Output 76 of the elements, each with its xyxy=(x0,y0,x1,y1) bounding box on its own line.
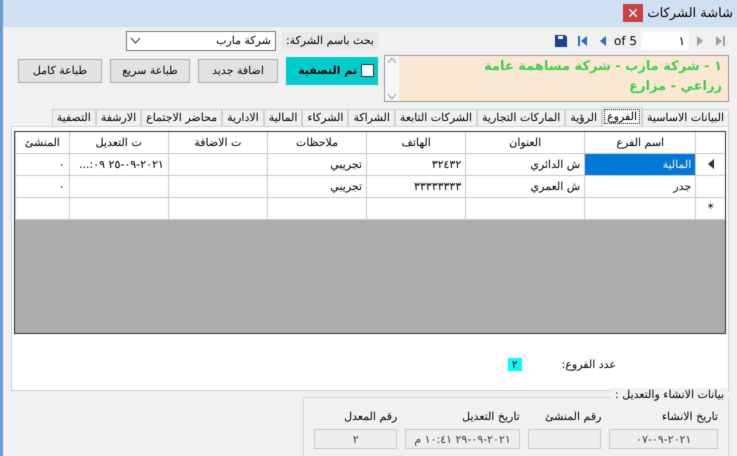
column-header: العنوان xyxy=(465,132,584,154)
action-button[interactable]: اضافة جديد xyxy=(198,58,278,83)
tab[interactable]: البيانات الاساسية xyxy=(642,108,729,126)
tab[interactable]: التصفية xyxy=(52,108,96,126)
table-cell[interactable]: المالية xyxy=(584,154,696,176)
settled-checkbox[interactable]: تم التصفية xyxy=(286,56,378,85)
field-label: رقم المنشئ xyxy=(544,410,602,423)
table-cell[interactable]: جدر xyxy=(584,176,696,198)
field-label: تاريخ التعديل xyxy=(461,410,520,423)
search-label: بحث باسم الشركة: xyxy=(282,32,378,50)
tab[interactable]: الشركاء xyxy=(302,108,348,126)
chevron-down-icon xyxy=(130,38,140,44)
tab[interactable]: الادارية xyxy=(222,108,264,126)
readonly-field[interactable]: ٠٧-٠٩-٢٠٢١ xyxy=(609,429,718,449)
column-header: ت التعديل xyxy=(68,132,168,154)
action-button[interactable]: طباعة سريع xyxy=(110,58,190,83)
record-field[interactable]: ١ xyxy=(641,32,689,50)
new-row-marker: * xyxy=(708,201,714,216)
table-cell[interactable]: ٣٣٣٣٣٣٣٣ xyxy=(366,176,466,198)
scrollbar[interactable] xyxy=(385,56,399,101)
table-cell[interactable]: تجريبي xyxy=(266,176,366,198)
audit-title: بيانات الانشاء والتعديل : xyxy=(611,388,728,401)
branch-count-value: ٢ xyxy=(508,358,522,371)
readonly-field[interactable]: م ١٠:٤١ ٢٩-٠٩-٢٠٢١ xyxy=(405,429,520,449)
close-button[interactable] xyxy=(623,4,644,22)
tab[interactable]: الارشفة xyxy=(96,108,142,126)
table-cell[interactable] xyxy=(68,198,168,220)
table-cell[interactable] xyxy=(584,198,696,220)
record-total: of 5 xyxy=(614,34,637,48)
column-header: اسم الفرع xyxy=(584,132,696,154)
tab[interactable]: محاضر الاجتماع xyxy=(141,108,222,126)
scroll-up-icon[interactable] xyxy=(388,58,396,63)
row-header[interactable]: * xyxy=(695,198,725,220)
table-cell[interactable]: ...:٠٩ ٢٥-٠٩-٢٠٢١ xyxy=(68,154,168,176)
column-header: الهاتف xyxy=(366,132,466,154)
table-cell[interactable] xyxy=(168,154,267,176)
last-record-icon xyxy=(714,34,726,47)
column-header: المنشئ xyxy=(15,132,69,154)
field-label: تاريخ الانشاء xyxy=(660,410,718,423)
scroll-down-icon[interactable] xyxy=(388,94,396,99)
current-row-icon xyxy=(708,159,714,170)
summary-line: ١ - شركة مارب - شركة مساهمة عامة xyxy=(483,58,722,74)
column-header: ت الاضافة xyxy=(168,132,267,154)
table-cell[interactable] xyxy=(465,198,584,220)
table-cell[interactable]: ش العمري xyxy=(465,176,584,198)
branch-count-label: عدد الفروع: xyxy=(562,358,616,371)
first-record-icon xyxy=(576,34,589,47)
table-cell[interactable] xyxy=(68,176,168,198)
tab[interactable]: الشراكة xyxy=(348,108,395,126)
action-button[interactable]: طباعة كامل xyxy=(18,58,102,83)
close-icon xyxy=(629,9,638,18)
readonly-field[interactable]: ٢ xyxy=(314,429,398,449)
table-cell[interactable] xyxy=(168,198,267,220)
table-cell[interactable]: ٠ xyxy=(15,176,69,198)
column-header: ملاحظات xyxy=(266,132,366,154)
company-dropdown[interactable]: شركة مارب xyxy=(126,30,276,51)
tab[interactable]: الماركات التجارية xyxy=(477,108,566,126)
table-cell[interactable] xyxy=(15,198,69,220)
summary-line: زراعي - مزارع xyxy=(628,78,722,94)
tab[interactable]: المالية xyxy=(264,108,302,126)
table-cell[interactable] xyxy=(168,176,267,198)
tab[interactable]: الشركات التابعة xyxy=(394,108,477,126)
table-cell[interactable]: تجريبي xyxy=(266,154,366,176)
table-cell[interactable]: ٣٢٤٣٢ xyxy=(366,154,466,176)
readonly-field[interactable] xyxy=(528,429,602,449)
tab[interactable]: الفروع xyxy=(602,106,642,126)
field-label: رقم المعدل xyxy=(343,410,398,423)
previous-record-icon xyxy=(598,34,607,47)
table-cell[interactable]: ٠ xyxy=(15,154,69,176)
table-cell[interactable] xyxy=(366,198,466,220)
next-record-icon xyxy=(696,34,704,47)
table-cell[interactable]: ش الدائري xyxy=(465,154,584,176)
save-icon xyxy=(554,34,567,47)
table-cell[interactable] xyxy=(266,198,366,220)
tab[interactable]: الرؤية xyxy=(565,108,602,126)
window-title: شاشة الشركات xyxy=(647,6,733,21)
